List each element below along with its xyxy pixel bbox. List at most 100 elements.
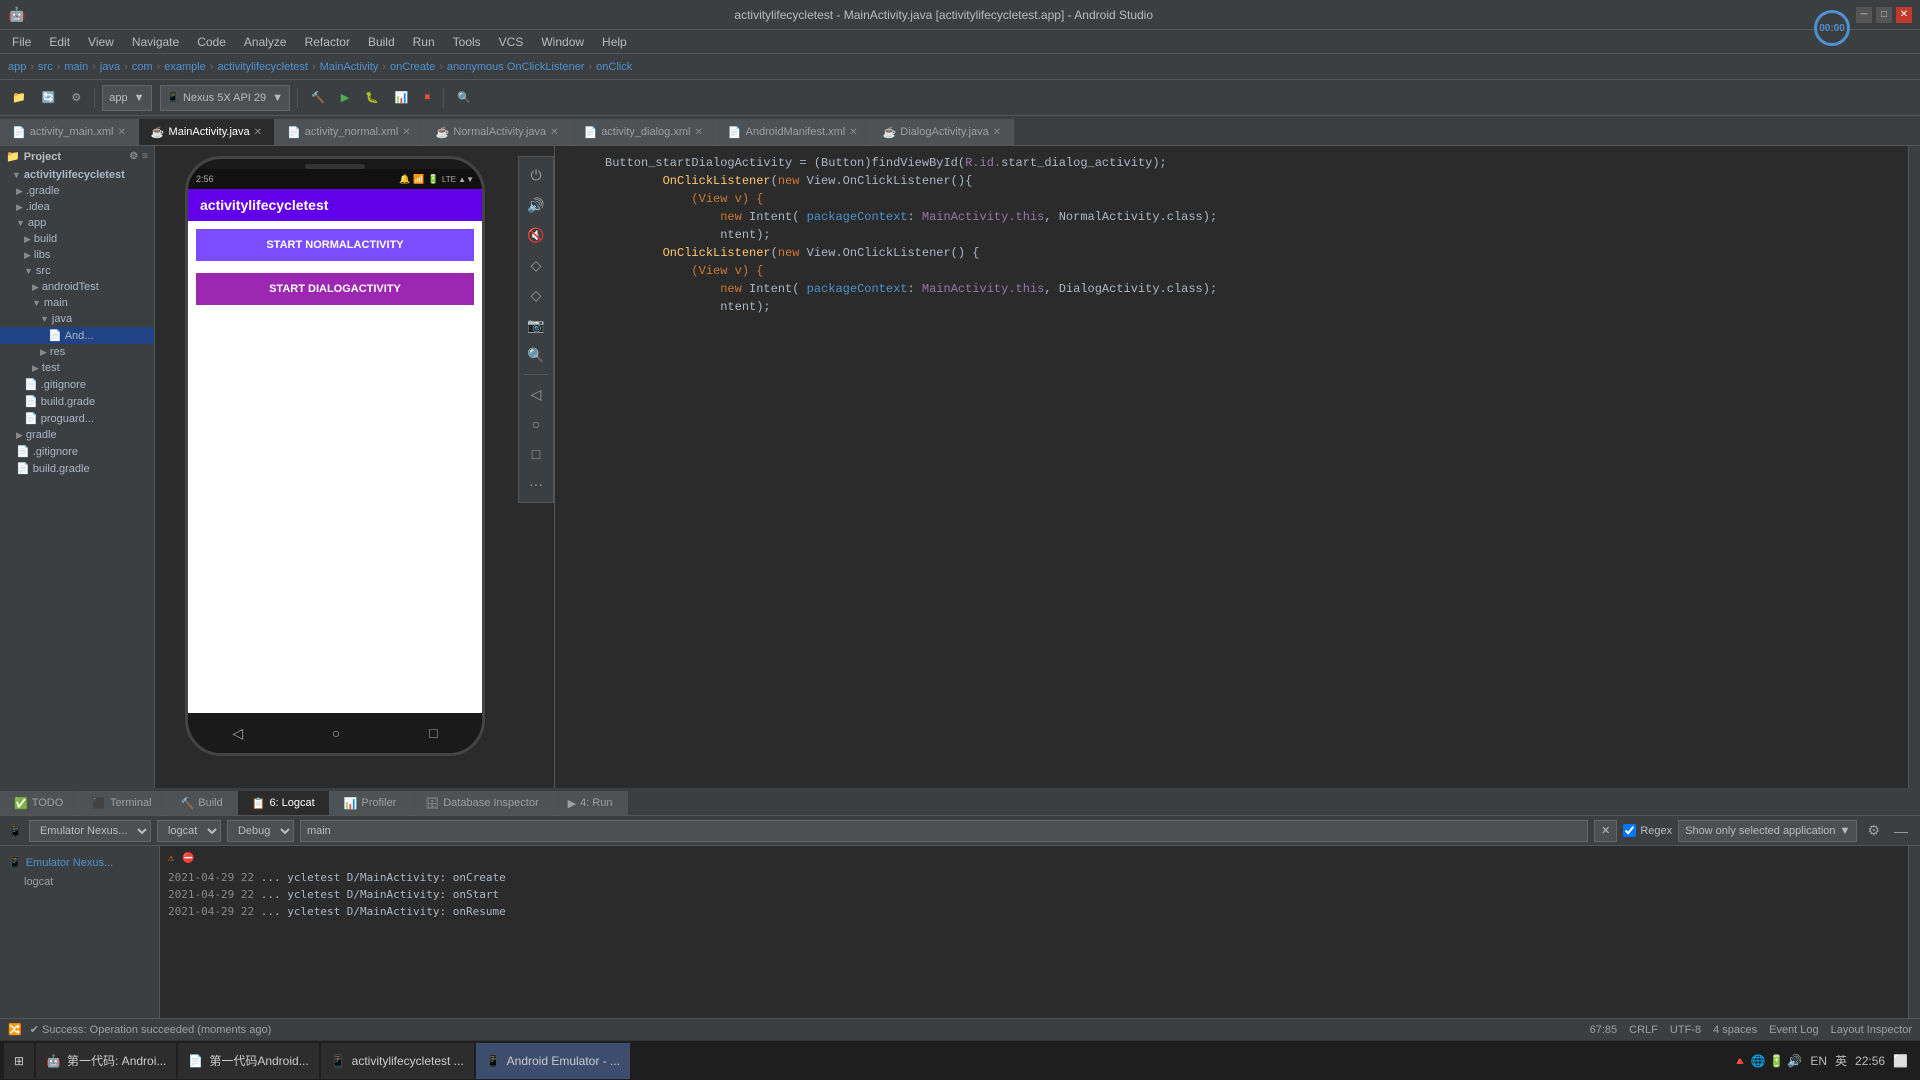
stop-btn[interactable]: ⏹ — [419, 85, 437, 111]
window-controls[interactable]: ─ □ ✕ — [1856, 7, 1912, 23]
close-icon-7[interactable]: ✕ — [993, 127, 1001, 138]
emu-back-btn[interactable]: ◁ — [522, 380, 550, 408]
breadcrumb-oncreate[interactable]: onCreate — [390, 61, 435, 73]
breadcrumb-main[interactable]: main — [64, 61, 88, 73]
make-btn[interactable]: 🔨 — [305, 85, 331, 111]
close-button[interactable]: ✕ — [1896, 7, 1912, 23]
taskbar-lang-zh[interactable]: 英 — [1835, 1052, 1847, 1069]
tree-libs[interactable]: ▶ libs — [0, 247, 154, 263]
close-icon[interactable]: ✕ — [117, 127, 125, 138]
tab-dialogactivity[interactable]: ☕ DialogActivity.java ✕ — [871, 119, 1015, 145]
close-icon-5[interactable]: ✕ — [694, 127, 702, 138]
minimize-button[interactable]: ─ — [1856, 7, 1872, 23]
menu-build[interactable]: Build — [360, 33, 403, 51]
taskbar-item-3[interactable]: 📱 activitylifecycletest ... — [321, 1043, 474, 1079]
tab-profiler[interactable]: 📊 Profiler — [330, 791, 412, 815]
menu-help[interactable]: Help — [594, 33, 635, 51]
emu-rotate-btn[interactable]: ◇ — [522, 251, 550, 279]
taskbar-item-2[interactable]: 📄 第一代码Android... — [178, 1043, 318, 1079]
show-selected-dropdown[interactable]: Show only selected application ▼ — [1678, 820, 1857, 842]
device-dropdown[interactable]: 📱 Nexus 5X API 29 ▼ — [160, 85, 291, 111]
menu-analyze[interactable]: Analyze — [236, 33, 295, 51]
run-btn[interactable]: ▶ — [335, 85, 355, 111]
taskbar-lang-en[interactable]: EN — [1810, 1054, 1827, 1068]
tree-proguard[interactable]: 📄 proguard... — [0, 410, 154, 427]
logcat-level-select[interactable]: Debug — [227, 820, 294, 842]
emu-zoom-btn[interactable]: 🔍 — [522, 341, 550, 369]
show-desktop-btn[interactable]: ⬜ — [1893, 1054, 1908, 1068]
tab-terminal[interactable]: ⬛ Terminal — [78, 791, 166, 815]
close-icon-2[interactable]: ✕ — [254, 127, 262, 138]
project-view-toggle[interactable]: 📁 — [6, 85, 32, 111]
close-icon-6[interactable]: ✕ — [849, 127, 857, 138]
tree-res[interactable]: ▶ res — [0, 344, 154, 360]
tab-build[interactable]: 🔨 Build — [167, 791, 238, 815]
tree-java[interactable]: ▼ java — [0, 311, 154, 327]
tab-database[interactable]: 🗄 Database Inspector — [411, 791, 553, 815]
tab-activity-main[interactable]: 📄 activity_main.xml ✕ — [0, 119, 139, 145]
breadcrumb-example[interactable]: example — [164, 61, 206, 73]
logcat-settings-btn[interactable]: ⚙ — [1863, 820, 1884, 841]
menu-window[interactable]: Window — [533, 33, 592, 51]
start-dialog-button[interactable]: START DIALOGACTIVITY — [196, 273, 474, 305]
menu-code[interactable]: Code — [189, 33, 234, 51]
emu-square-btn[interactable]: □ — [522, 440, 550, 468]
tab-run[interactable]: ▶ 4: Run — [554, 791, 628, 815]
breadcrumb-listener[interactable]: anonymous OnClickListener — [447, 61, 585, 73]
tab-normalactivity[interactable]: ☕ NormalActivity.java ✕ — [424, 119, 572, 145]
debug-btn[interactable]: 🐛 — [359, 85, 385, 111]
tree-androidtest[interactable]: ▶ androidTest — [0, 279, 154, 295]
tree-test[interactable]: ▶ test — [0, 360, 154, 376]
emu-vol-up-btn[interactable]: 🔊 — [522, 191, 550, 219]
logcat-entry[interactable]: logcat — [0, 873, 159, 891]
emu-more-btn[interactable]: ··· — [522, 470, 550, 498]
tree-buildgradle-root[interactable]: 📄 build.gradle — [0, 460, 154, 477]
breadcrumb-onclick[interactable]: onClick — [596, 61, 632, 73]
event-log-btn[interactable]: Event Log — [1769, 1024, 1819, 1036]
start-button[interactable]: ⊞ — [4, 1043, 34, 1079]
sidebar-settings-icon[interactable]: ⚙ — [129, 151, 138, 162]
logcat-emulator-select[interactable]: Emulator Nexus... — [29, 820, 151, 842]
logcat-emulator-item[interactable]: 📱 Emulator Nexus... — [0, 852, 159, 873]
tree-gradle-folder[interactable]: ▶ gradle — [0, 427, 154, 443]
regex-checkbox[interactable] — [1623, 824, 1636, 837]
sync-btn[interactable]: 🔄 — [36, 85, 62, 111]
menu-vcs[interactable]: VCS — [491, 33, 532, 51]
tree-main[interactable]: ▼ main — [0, 295, 154, 311]
indent[interactable]: 4 spaces — [1713, 1024, 1757, 1036]
tree-gitignore-root[interactable]: 📄 .gitignore — [0, 443, 154, 460]
close-icon-3[interactable]: ✕ — [402, 127, 410, 138]
tree-buildgradle-app[interactable]: 📄 build.grade — [0, 393, 154, 410]
emu-rotate2-btn[interactable]: ◇ — [522, 281, 550, 309]
maximize-button[interactable]: □ — [1876, 7, 1892, 23]
emu-power-btn[interactable]: ⏻ — [522, 161, 550, 189]
recents-button[interactable]: □ — [429, 725, 437, 741]
tab-activity-dialog[interactable]: 📄 activity_dialog.xml ✕ — [571, 119, 715, 145]
logcat-search-input[interactable] — [300, 820, 1588, 842]
layout-inspector-btn[interactable]: Layout Inspector — [1831, 1024, 1912, 1036]
taskbar-item-1[interactable]: 🤖 第一代码: Androi... — [36, 1043, 176, 1079]
emu-home-btn[interactable]: ○ — [522, 410, 550, 438]
app-config-dropdown[interactable]: app ▼ — [102, 85, 151, 111]
menu-refactor[interactable]: Refactor — [297, 33, 358, 51]
breadcrumb-src[interactable]: src — [38, 61, 53, 73]
breadcrumb-package[interactable]: activitylifecycletest — [217, 61, 307, 73]
close-icon-4[interactable]: ✕ — [550, 127, 558, 138]
back-button[interactable]: ◁ — [232, 725, 243, 742]
sidebar-expand-icon[interactable]: ≡ — [142, 151, 148, 162]
taskbar-item-4[interactable]: 📱 Android Emulator - ... — [476, 1043, 630, 1079]
breadcrumb-com[interactable]: com — [132, 61, 153, 73]
tree-root[interactable]: ▼ activitylifecycletest — [0, 167, 154, 183]
menu-edit[interactable]: Edit — [41, 33, 78, 51]
breadcrumb-java[interactable]: java — [100, 61, 120, 73]
tree-build[interactable]: ▶ build — [0, 231, 154, 247]
menu-navigate[interactable]: Navigate — [124, 33, 187, 51]
tree-and[interactable]: 📄 And... — [0, 327, 154, 344]
tree-gitignore-app[interactable]: 📄 .gitignore — [0, 376, 154, 393]
tree-src[interactable]: ▼ src — [0, 263, 154, 279]
menu-view[interactable]: View — [80, 33, 122, 51]
tab-androidmanifest[interactable]: 📄 AndroidManifest.xml ✕ — [716, 119, 871, 145]
menu-tools[interactable]: Tools — [445, 33, 489, 51]
tab-logcat[interactable]: 📋 6: Logcat — [238, 791, 330, 815]
menu-run[interactable]: Run — [405, 33, 443, 51]
